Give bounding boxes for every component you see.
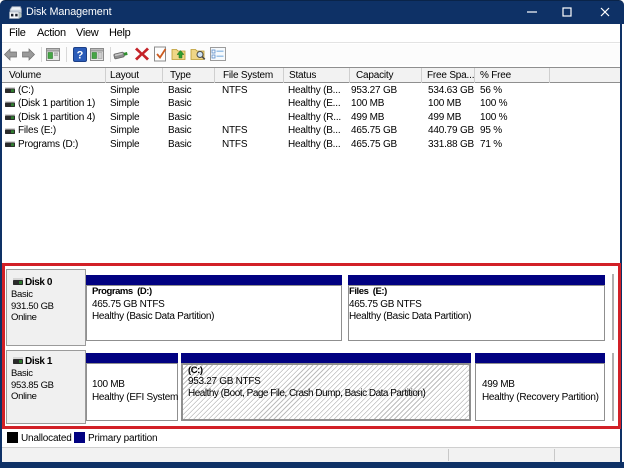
svg-text:?: ? (77, 50, 84, 62)
